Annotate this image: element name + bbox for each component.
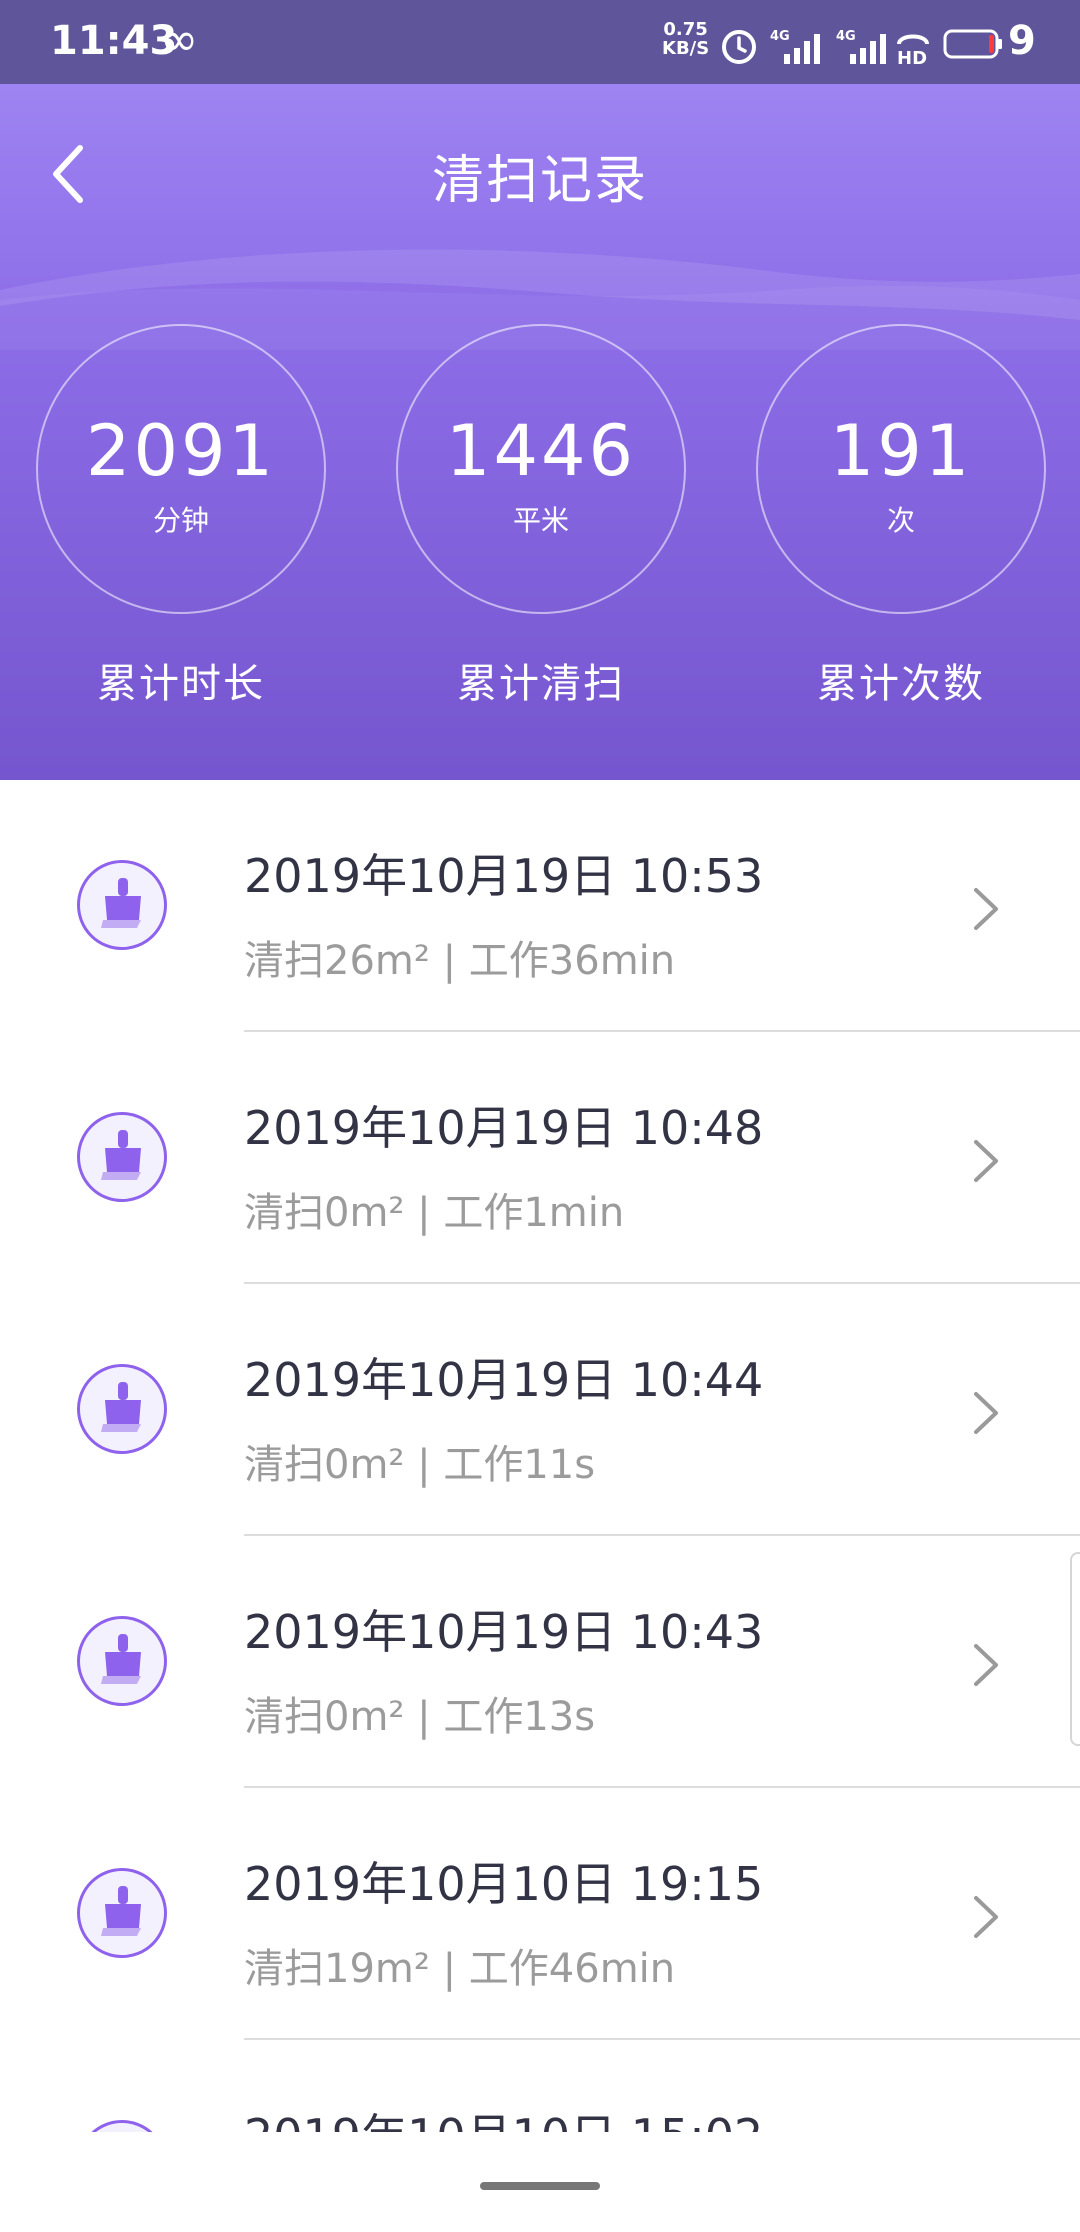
broom-icon bbox=[77, 1112, 167, 1202]
record-summary: 清扫0m² | 工作11s bbox=[244, 1442, 596, 1488]
cleaning-record-list[interactable]: 2019年10月19日 10:53 清扫26m² | 工作36min 2019年… bbox=[0, 780, 1080, 2132]
record-item[interactable]: 2019年10月19日 10:43 清扫0m² | 工作13s bbox=[0, 1536, 1080, 1788]
record-summary: 清扫0m² | 工作13s bbox=[244, 1694, 596, 1740]
record-item[interactable]: 2019年10月19日 10:53 清扫26m² | 工作36min bbox=[0, 780, 1080, 1032]
record-item[interactable]: 2019年10月10日 15:02 bbox=[0, 2040, 1080, 2132]
record-summary: 清扫26m² | 工作36min bbox=[244, 938, 676, 984]
svg-text:4G: 4G bbox=[836, 29, 856, 44]
stat-label: 累计时长 bbox=[97, 661, 265, 707]
svg-text:HD: HD bbox=[897, 48, 927, 68]
chevron-right-icon bbox=[974, 1896, 998, 1938]
stat-unit: 次 bbox=[886, 504, 915, 537]
stat-value: 2091 bbox=[85, 410, 277, 492]
stat-total-duration: 2091 分钟 累计时长 bbox=[36, 324, 326, 724]
side-edge-handle[interactable] bbox=[1070, 1552, 1080, 1746]
stat-unit: 平米 bbox=[512, 504, 569, 537]
svg-text:4G: 4G bbox=[770, 29, 790, 44]
home-gesture-pill[interactable] bbox=[480, 2182, 600, 2190]
battery-level: 9 bbox=[1008, 18, 1036, 64]
broom-icon bbox=[77, 1868, 167, 1958]
stat-value: 1446 bbox=[445, 410, 637, 492]
status-time: 11:43 bbox=[50, 18, 178, 64]
signal-4g-icon-2: 4G bbox=[836, 29, 886, 64]
stat-label: 累计次数 bbox=[817, 661, 985, 707]
stat-value: 191 bbox=[829, 410, 973, 492]
record-summary: 清扫0m² | 工作1min bbox=[244, 1190, 625, 1236]
status-bar: 11:43 ∞ 0.75 KB/S 4G 4G HD 9 bbox=[0, 0, 1080, 84]
infinity-icon: ∞ bbox=[160, 12, 199, 66]
record-datetime: 2019年10月19日 10:44 bbox=[244, 1353, 764, 1407]
broom-icon bbox=[77, 2120, 167, 2132]
stat-unit: 分钟 bbox=[152, 504, 209, 537]
broom-icon bbox=[77, 860, 167, 950]
record-datetime: 2019年10月10日 15:02 bbox=[244, 2100, 763, 2132]
record-item[interactable]: 2019年10月19日 10:44 清扫0m² | 工作11s bbox=[0, 1284, 1080, 1536]
chevron-right-icon bbox=[974, 888, 998, 930]
hd-call-icon: HD bbox=[897, 34, 929, 68]
record-datetime: 2019年10月19日 10:43 bbox=[244, 1605, 764, 1659]
page-title: 清扫记录 bbox=[431, 151, 648, 211]
alarm-icon bbox=[722, 30, 756, 64]
record-datetime: 2019年10月19日 10:48 bbox=[244, 1101, 764, 1155]
system-navigation-bar bbox=[0, 2132, 1080, 2232]
record-item[interactable]: 2019年10月19日 10:48 清扫0m² | 工作1min bbox=[0, 1032, 1080, 1284]
broom-icon bbox=[77, 1364, 167, 1454]
network-speed-unit: KB/S bbox=[662, 38, 710, 59]
stat-total-count: 191 次 累计次数 bbox=[756, 324, 1046, 724]
stat-label: 累计清扫 bbox=[457, 661, 625, 707]
battery-icon bbox=[943, 29, 1002, 59]
broom-icon bbox=[77, 1616, 167, 1706]
stat-total-area: 1446 平米 累计清扫 bbox=[396, 324, 686, 724]
network-speed-value: 0.75 bbox=[663, 19, 708, 40]
record-datetime: 2019年10月19日 10:53 bbox=[244, 849, 764, 903]
record-item[interactable]: 2019年10月10日 19:15 清扫19m² | 工作46min bbox=[0, 1788, 1080, 2040]
chevron-right-icon bbox=[974, 1644, 998, 1686]
chevron-right-icon bbox=[974, 1392, 998, 1434]
signal-4g-icon-1: 4G bbox=[770, 29, 820, 64]
chevron-right-icon bbox=[974, 1140, 998, 1182]
record-datetime: 2019年10月10日 19:15 bbox=[244, 1857, 764, 1911]
record-summary: 清扫19m² | 工作46min bbox=[244, 1946, 676, 1992]
network-speed: 0.75 KB/S bbox=[662, 20, 709, 58]
